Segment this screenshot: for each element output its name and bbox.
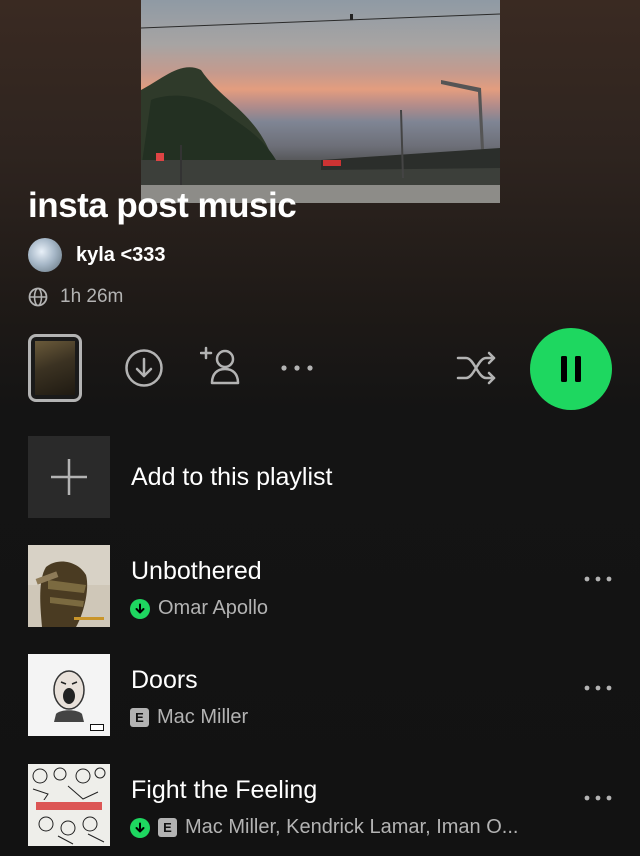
more-horizontal-icon[interactable]: [583, 794, 613, 802]
preview-art: [35, 341, 75, 395]
add-user-icon[interactable]: [200, 344, 244, 388]
downloaded-icon: [130, 598, 150, 619]
album-art: [28, 545, 110, 627]
download-circle-icon[interactable]: [124, 348, 164, 388]
track-row[interactable]: Unbothered Omar Apollo: [28, 545, 640, 627]
track-artist: Mac Miller: [157, 706, 249, 728]
track-subtitle: Omar Apollo: [130, 597, 268, 620]
track-title: Unbothered: [131, 557, 262, 585]
track-artist: Omar Apollo: [158, 597, 269, 619]
avatar[interactable]: [28, 238, 62, 272]
add-box[interactable]: [28, 436, 110, 518]
explicit-badge: E: [130, 708, 149, 727]
downloaded-icon: [130, 817, 150, 838]
globe-icon: [28, 287, 48, 307]
playlist-action-bar: [0, 328, 640, 410]
track-subtitle: E Mac Miller, Kendrick Lamar, Iman O...: [130, 816, 518, 839]
owner-name[interactable]: kyla <333: [76, 244, 166, 267]
shuffle-icon[interactable]: [456, 350, 498, 386]
playlist-preview-thumbnail[interactable]: [28, 334, 82, 402]
play-pause-button[interactable]: [530, 328, 612, 410]
track-artist: Mac Miller, Kendrick Lamar, Iman O...: [185, 816, 519, 838]
more-horizontal-icon[interactable]: [583, 575, 613, 583]
playlist-title: insta post music: [28, 186, 297, 225]
more-horizontal-icon[interactable]: [583, 684, 613, 692]
track-title: Doors: [131, 666, 198, 694]
pause-icon: [561, 356, 581, 382]
playlist-cover-image: [141, 0, 500, 203]
track-subtitle: E Mac Miller: [130, 706, 248, 729]
plus-icon: [51, 459, 87, 495]
playlist-meta: 1h 26m: [28, 286, 123, 308]
add-to-playlist-label[interactable]: Add to this playlist: [131, 463, 333, 492]
playlist-duration: 1h 26m: [60, 286, 124, 307]
more-horizontal-icon[interactable]: [280, 364, 314, 372]
album-art: [28, 654, 110, 736]
add-to-playlist-row[interactable]: Add to this playlist: [28, 436, 333, 518]
track-title: Fight the Feeling: [131, 776, 318, 804]
track-row[interactable]: Doors E Mac Miller: [28, 654, 640, 736]
explicit-badge: E: [158, 818, 177, 837]
track-row[interactable]: Fight the Feeling E Mac Miller, Kendrick…: [28, 764, 640, 846]
playlist-owner[interactable]: kyla <333: [28, 238, 166, 272]
album-art: [28, 764, 110, 846]
